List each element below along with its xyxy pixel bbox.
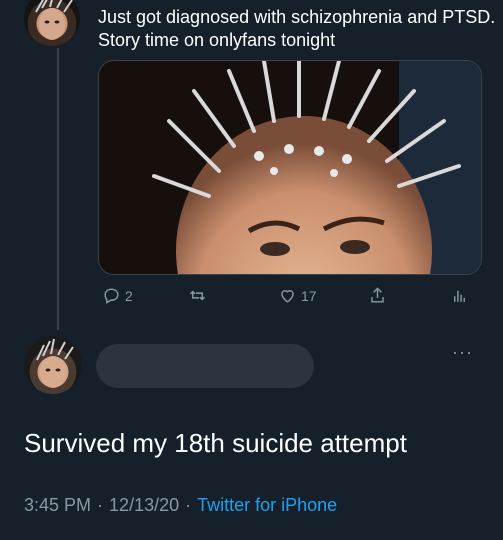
- author-avatar[interactable]: [24, 336, 82, 394]
- retweet-button[interactable]: [188, 286, 211, 305]
- retweet-icon: [189, 290, 206, 301]
- reply-icon: [104, 288, 119, 304]
- author-avatar[interactable]: [24, 0, 80, 46]
- tweet-date[interactable]: 12/13/20: [109, 495, 179, 516]
- more-options-button[interactable]: ···: [452, 342, 473, 363]
- analytics-icon: [454, 290, 465, 302]
- heart-icon: [281, 290, 294, 303]
- avatar-portrait: [35, 0, 73, 40]
- tweet-media-image[interactable]: [98, 60, 482, 275]
- more-icon: ···: [452, 342, 473, 362]
- share-icon: [371, 287, 384, 303]
- reply-button[interactable]: 2: [102, 286, 133, 305]
- tweet-text: Survived my 18th suicide attempt: [24, 428, 407, 458]
- tweet-text: Just got diagnosed with schizophrenia an…: [98, 7, 496, 50]
- reply-count: 2: [125, 287, 133, 304]
- share-button[interactable]: [368, 286, 387, 305]
- tweet-source-link[interactable]: Twitter for iPhone: [197, 495, 337, 516]
- tweet-meta: 3:45 PM · 12/13/20 · Twitter for iPhone: [24, 495, 337, 516]
- like-count: 17: [301, 287, 317, 304]
- tweet-action-bar: 2 17: [98, 286, 478, 308]
- redacted-author-name: [96, 344, 314, 388]
- avatar-portrait: [36, 338, 74, 388]
- like-button[interactable]: 17: [278, 286, 317, 305]
- thread-connector-line: [57, 48, 59, 330]
- tweet-time[interactable]: 3:45 PM: [24, 495, 91, 516]
- meta-separator: ·: [97, 495, 104, 515]
- meta-separator: ·: [185, 495, 192, 515]
- analytics-button[interactable]: [450, 286, 469, 305]
